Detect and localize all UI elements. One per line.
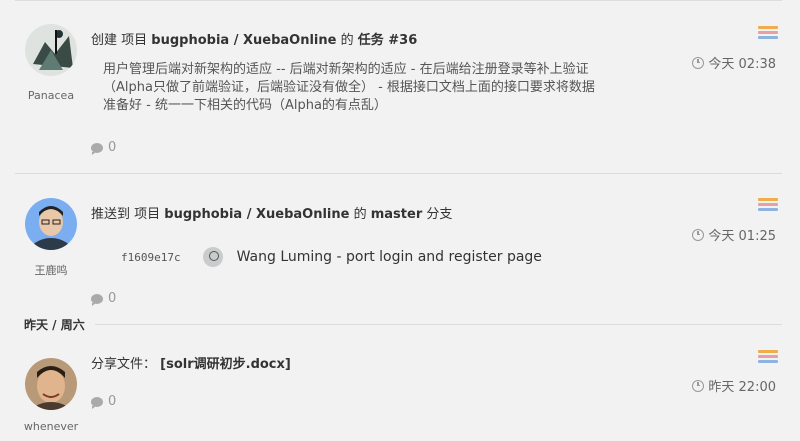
user-name[interactable]: 王鹿鸣 — [0, 262, 102, 278]
project-link[interactable]: bugphobia / XuebaOnline — [164, 207, 349, 222]
day-divider — [24, 324, 782, 325]
activity-feed: Panacea 创建 项目 bugphobia / XuebaOnline 的 … — [0, 0, 800, 441]
comment-icon — [91, 142, 103, 155]
commit-sha[interactable]: f1609e17c — [121, 251, 181, 264]
activity-title: 推送到 项目 bugphobia / XuebaOnline 的 master … — [91, 207, 453, 222]
user-name[interactable]: Panacea — [0, 89, 102, 102]
activity-title: 创建 项目 bugphobia / XuebaOnline 的 任务 #36 — [91, 33, 418, 48]
avatar[interactable] — [25, 24, 77, 76]
activity-title: 分享文件： [solr调研初步.docx] — [91, 357, 291, 372]
avatar[interactable] — [25, 358, 77, 410]
timestamp: 昨天 22:00 — [692, 376, 776, 395]
avatar[interactable] — [25, 198, 77, 250]
divider — [15, 0, 782, 1]
day-header: 昨天 / 周六 — [24, 316, 95, 333]
user-name[interactable]: whenever — [0, 420, 102, 433]
divider — [15, 173, 782, 174]
comment-icon — [91, 396, 103, 409]
commit-message[interactable]: Wang Luming - port login and register pa… — [237, 249, 542, 265]
priority-flag-icon — [758, 350, 778, 365]
priority-flag-icon — [758, 198, 778, 213]
clock-icon — [692, 56, 705, 69]
comment-icon — [91, 293, 103, 306]
comment-count[interactable]: 0 — [91, 291, 116, 306]
timestamp: 今天 01:25 — [692, 225, 776, 244]
clock-icon — [692, 228, 705, 241]
task-link[interactable]: 任务 #36 — [358, 33, 418, 48]
project-link[interactable]: bugphobia / XuebaOnline — [151, 33, 336, 48]
file-link[interactable]: [solr调研初步.docx] — [160, 357, 291, 372]
timestamp: 今天 02:38 — [692, 53, 776, 72]
comment-count[interactable]: 0 — [91, 394, 116, 409]
comment-count[interactable]: 0 — [91, 140, 116, 155]
committer-avatar — [202, 247, 223, 267]
task-description: 用户管理后端对新架构的适应 -- 后端对新架构的适应 - 在后端给注册登录等补上… — [103, 62, 595, 113]
clock-icon — [692, 379, 705, 392]
commit-row: f1609e17c Wang Luming - port login and r… — [121, 247, 542, 267]
branch-link[interactable]: master — [371, 207, 423, 222]
priority-flag-icon — [758, 26, 778, 41]
